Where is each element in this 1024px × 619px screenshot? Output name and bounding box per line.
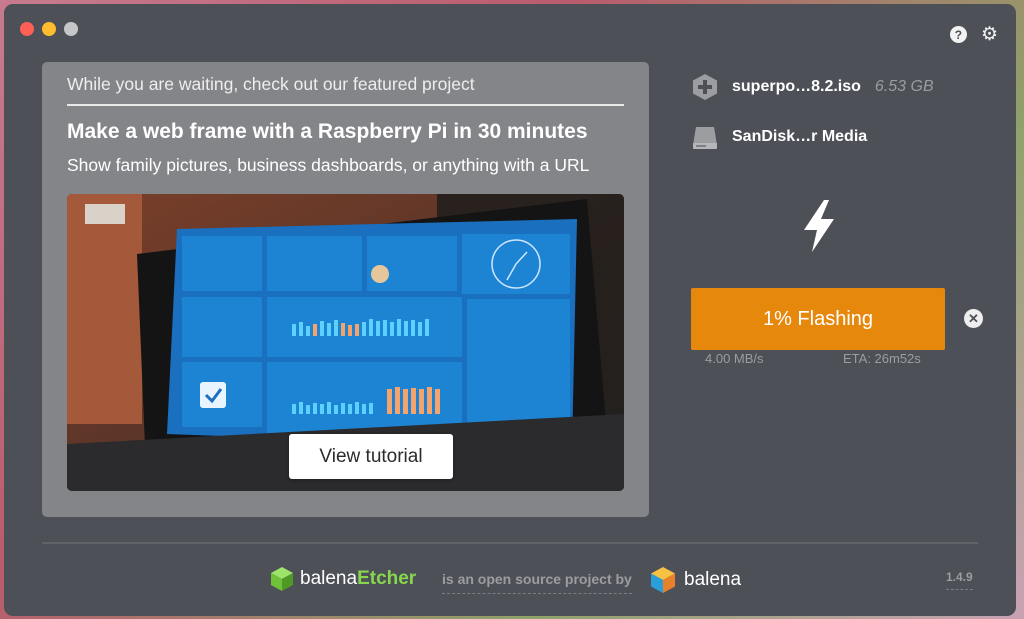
plus-hexagon-icon [693, 74, 717, 100]
image-file-size: 6.53 GB [874, 78, 934, 95]
brand-part-balena: balena [300, 568, 358, 589]
flash-speed: 4.00 MB/s [705, 351, 764, 366]
brand-part-etcher: Etcher [357, 568, 417, 589]
cancel-flash-icon[interactable]: ✕ [964, 309, 983, 328]
footer: balena Etcher is an open source project b… [4, 564, 1016, 594]
featured-project-panel: While you are waiting, check out our fea… [42, 62, 649, 517]
featured-photo: View tutorial [67, 194, 624, 491]
etcher-brand-link[interactable]: balena Etcher [270, 566, 416, 592]
flash-eta: ETA: 26m52s [843, 351, 921, 366]
window-controls [20, 22, 78, 36]
footer-tagline: is an open source project by [442, 571, 632, 594]
maximize-window-button[interactable] [64, 22, 78, 36]
image-file-name: superpo…8.2.iso [732, 78, 861, 95]
flash-progress-bar: 1% Flashing [691, 288, 945, 350]
app-version[interactable]: 1.4.9 [946, 570, 973, 590]
featured-header: While you are waiting, check out our fea… [67, 74, 624, 106]
flash-steps: superpo…8.2.iso 6.53 GB SanDisk…r Media … [691, 4, 992, 404]
drive-name: SanDisk…r Media [732, 128, 868, 145]
drive-icon [693, 127, 717, 149]
minimize-window-button[interactable] [42, 22, 56, 36]
balena-cube-icon [651, 567, 675, 593]
view-tutorial-button[interactable]: View tutorial [289, 434, 453, 479]
balena-company-name: balena [684, 569, 742, 590]
balena-brand-link[interactable]: balena [650, 566, 741, 594]
footer-divider [42, 542, 978, 544]
app-window: ? ⚙ While you are waiting, check out our… [4, 4, 1016, 616]
flash-status-label: 1% Flashing [762, 307, 874, 330]
lightning-bolt-icon [804, 200, 834, 252]
close-window-button[interactable] [20, 22, 34, 36]
etcher-cube-icon [271, 567, 293, 591]
featured-subtitle: Show family pictures, business dashboard… [67, 155, 590, 175]
drive-step[interactable]: SanDisk…r Media [692, 123, 867, 151]
featured-title: Make a web frame with a Raspberry Pi in … [67, 120, 588, 143]
image-step[interactable]: superpo…8.2.iso 6.53 GB [692, 73, 934, 101]
